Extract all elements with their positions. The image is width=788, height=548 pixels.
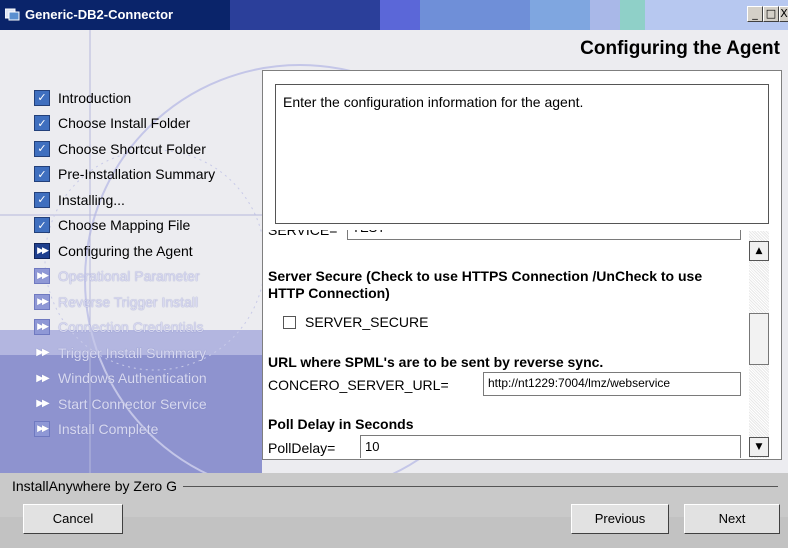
title-bar-decoration: [380, 0, 420, 30]
server-secure-label: SERVER_SECURE: [305, 314, 429, 330]
description-box: Enter the configuration information for …: [275, 84, 769, 224]
step-item: ▶▶ Connection Credentials: [34, 315, 264, 341]
step-label: Configuring the Agent: [58, 242, 193, 259]
step-label: Reverse Trigger Install: [58, 293, 199, 310]
step-item: ▶▶ Trigger Install Summary: [34, 340, 264, 366]
form-scrollbar[interactable]: ▲ ▼: [749, 231, 769, 458]
step-item-current: ▶▶ Configuring the Agent: [34, 238, 264, 264]
server-secure-checkbox[interactable]: [283, 316, 296, 329]
step-item: ✓ Choose Shortcut Folder: [34, 136, 264, 162]
step-label: Choose Mapping File: [58, 217, 191, 234]
double-arrow-icon: ▶▶: [36, 398, 49, 410]
check-icon: ✓: [34, 89, 50, 106]
poll-delay-input[interactable]: 10: [360, 435, 741, 458]
step-label: Installing...: [58, 191, 125, 208]
title-bar-decoration: [620, 0, 645, 30]
poll-label: PollDelay=: [268, 440, 336, 456]
step-label: Pre-Installation Summary: [58, 166, 216, 183]
step-item: ▶▶ Install Complete: [34, 417, 264, 443]
page-title: Configuring the Agent: [580, 38, 780, 59]
brand-label: InstallAnywhere by Zero G: [12, 478, 183, 494]
step-item: ✓ Choose Install Folder: [34, 111, 264, 137]
url-label: CONCERO_SERVER_URL=: [268, 377, 449, 393]
check-icon: ✓: [34, 166, 50, 183]
config-form[interactable]: SERVICE= TEST Server Secure (Check to us…: [268, 230, 748, 458]
scroll-thumb[interactable]: [749, 313, 769, 365]
double-arrow-icon: ▶▶: [34, 421, 50, 438]
step-label: Connection Credentials: [58, 319, 204, 336]
step-item: ✓ Installing...: [34, 187, 264, 213]
step-item: ▶▶ Operational Parameter: [34, 264, 264, 290]
check-icon: ✓: [34, 191, 50, 208]
step-label: Choose Shortcut Folder: [58, 140, 206, 157]
title-bar[interactable]: Generic-DB2-Connector _ □ X: [0, 0, 788, 30]
double-arrow-icon: ▶▶: [34, 268, 50, 285]
maximize-button[interactable]: □: [763, 6, 779, 22]
scroll-down-button[interactable]: ▼: [749, 437, 769, 457]
app-icon: [4, 8, 20, 21]
previous-button[interactable]: Previous: [571, 504, 669, 534]
url-input[interactable]: http://nt1229:7004/lmz/webservice: [483, 372, 741, 396]
service-label: SERVICE=: [268, 230, 338, 238]
close-button[interactable]: X: [779, 6, 788, 22]
step-list: ✓ Introduction ✓ Choose Install Folder ✓ Ch…: [34, 85, 264, 442]
check-icon: ✓: [34, 140, 50, 157]
installer-window: Generic-DB2-Connector _ □ X Configuring …: [0, 0, 788, 548]
double-arrow-icon: ▶▶: [36, 372, 49, 384]
step-item: ▶▶ Windows Authentication: [34, 366, 264, 392]
title-bar-decoration: [420, 0, 530, 30]
step-item: ✓ Pre-Installation Summary: [34, 162, 264, 188]
title-bar-decoration: [230, 0, 380, 30]
step-label: Start Connector Service: [58, 395, 207, 412]
title-bar-decoration: [590, 0, 620, 30]
double-arrow-icon: ▶▶: [34, 293, 50, 310]
double-arrow-icon: ▶▶: [34, 242, 50, 259]
next-button[interactable]: Next: [684, 504, 780, 534]
double-arrow-icon: ▶▶: [34, 319, 50, 336]
step-label: Windows Authentication: [58, 370, 207, 387]
title-bar-decoration: [530, 0, 590, 30]
step-item: ▶▶ Reverse Trigger Install: [34, 289, 264, 315]
window-title: Generic-DB2-Connector: [25, 7, 174, 22]
url-heading: URL where SPML's are to be sent by rever…: [268, 354, 604, 370]
step-label: Trigger Install Summary: [58, 344, 207, 361]
cancel-button[interactable]: Cancel: [23, 504, 123, 534]
step-item: ✓ Choose Mapping File: [34, 213, 264, 239]
check-icon: ✓: [34, 217, 50, 234]
step-label: Install Complete: [58, 421, 159, 438]
check-icon: ✓: [34, 115, 50, 132]
step-item: ✓ Introduction: [34, 85, 264, 111]
step-label: Operational Parameter: [58, 268, 200, 285]
poll-heading: Poll Delay in Seconds: [268, 416, 414, 432]
minimize-button[interactable]: _: [747, 6, 763, 22]
scroll-up-button[interactable]: ▲: [749, 241, 769, 261]
step-item: ▶▶ Start Connector Service: [34, 391, 264, 417]
double-arrow-icon: ▶▶: [36, 347, 49, 359]
step-label: Introduction: [58, 89, 132, 106]
server-secure-heading: Server Secure (Check to use HTTPS Connec…: [268, 268, 703, 301]
step-label: Choose Install Folder: [58, 115, 191, 132]
service-input[interactable]: TEST: [347, 230, 741, 240]
